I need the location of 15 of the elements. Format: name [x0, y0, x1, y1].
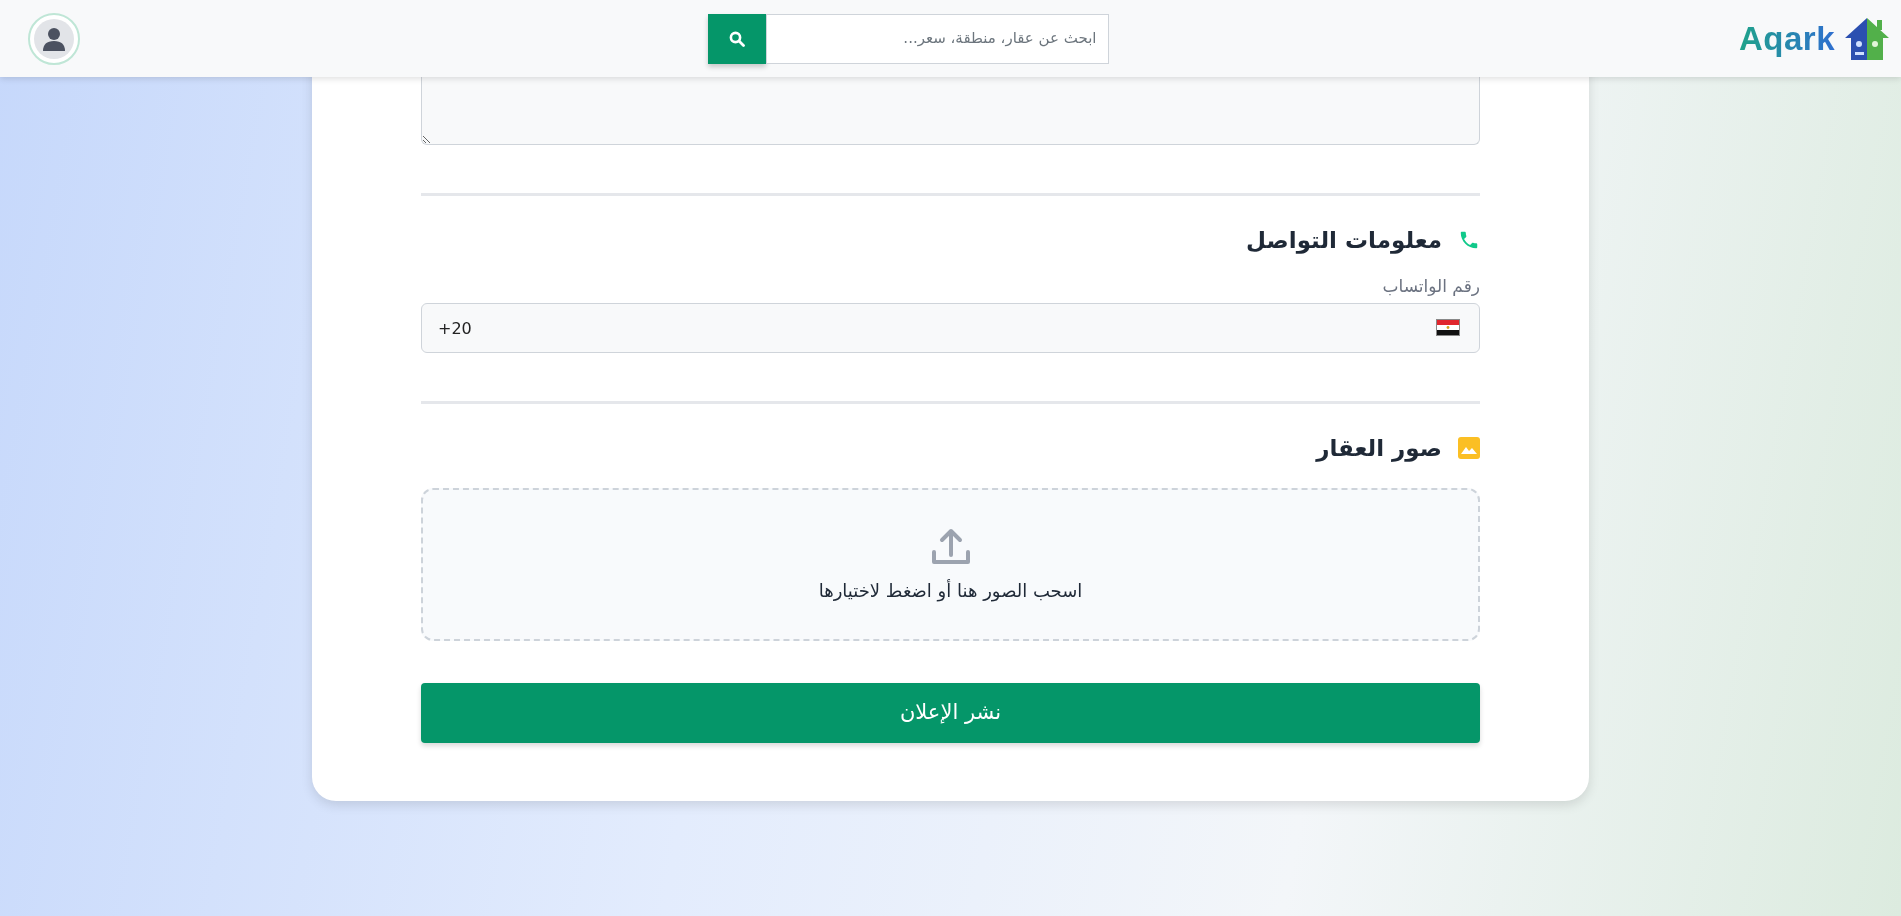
upload-dropzone[interactable]: اسحب الصور هنا أو اضغط لاختيارها: [421, 487, 1480, 641]
field-label: رقم الواتساب: [1381, 274, 1480, 298]
search-icon: [729, 30, 746, 47]
flag-icon: [1436, 319, 1460, 336]
section-title: معلومات التواصل: [1246, 226, 1442, 256]
image-icon: [1458, 437, 1480, 460]
description-field[interactable]: [421, 77, 1480, 145]
house-logo-icon: [1843, 15, 1891, 62]
phone-field[interactable]: +20: [421, 303, 1480, 353]
user-icon: [34, 18, 74, 59]
avatar-button[interactable]: [28, 12, 80, 65]
submit-button[interactable]: نشر الإعلان: [421, 682, 1480, 743]
section-title: صور العقار: [1316, 434, 1442, 464]
search-field[interactable]: ابحث عن عقار، منطقة، سعر...: [766, 13, 1110, 64]
search-button[interactable]: [708, 13, 767, 64]
